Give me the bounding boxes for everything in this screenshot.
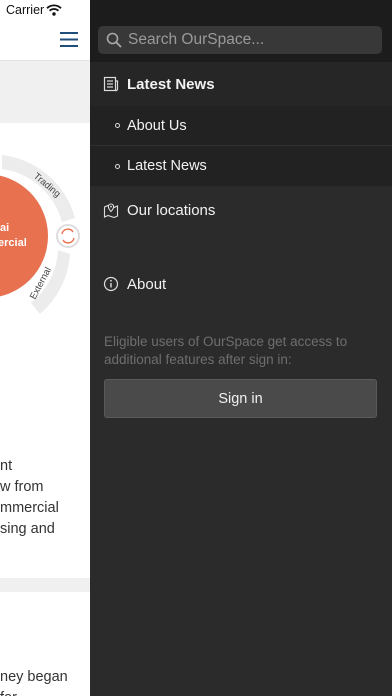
search-icon bbox=[106, 32, 122, 48]
paragraph-line: sing and bbox=[0, 521, 55, 537]
status-bar: Carrier bbox=[0, 0, 90, 22]
paragraph-line: ney began bbox=[0, 669, 68, 685]
news-icon bbox=[103, 76, 119, 92]
menu-item-label: Latest News bbox=[127, 75, 215, 93]
info-icon bbox=[103, 276, 119, 292]
paragraph-line: mmercial bbox=[0, 500, 59, 516]
drawer-header bbox=[90, 0, 392, 62]
paragraph-line: w from bbox=[0, 479, 44, 495]
menu-item-label: Our locations bbox=[127, 201, 216, 219]
hero-band bbox=[0, 61, 90, 123]
bullet-icon bbox=[115, 163, 120, 169]
signin-note: Eligible users of OurSpace get access to… bbox=[104, 334, 348, 367]
menu-subitem-label: Latest News bbox=[127, 158, 207, 174]
section-divider bbox=[0, 578, 90, 592]
menu-subitem-about-us[interactable]: About Us bbox=[90, 106, 392, 146]
menu-subitem-latest-news[interactable]: Latest News bbox=[90, 146, 392, 186]
navigation-drawer: Latest News About Us Latest News Our loc… bbox=[90, 0, 392, 696]
menu-item-our-locations[interactable]: Our locations bbox=[90, 190, 392, 230]
menu-item-latest-news[interactable]: Latest News bbox=[90, 62, 392, 106]
background-page: Carrier ai ercial Trading External nt w … bbox=[0, 0, 90, 696]
menu-item-label: About bbox=[127, 275, 167, 293]
search-box[interactable] bbox=[98, 26, 382, 54]
paragraph-line: nt bbox=[0, 458, 13, 474]
bullet-icon bbox=[115, 123, 120, 128]
menu-item-about[interactable]: About bbox=[90, 264, 392, 304]
paragraph-line: for bbox=[0, 688, 90, 696]
wifi-icon bbox=[46, 4, 62, 16]
business-diagram: ai ercial Trading External bbox=[0, 155, 80, 314]
background-paragraph-2: ney began for bbox=[0, 667, 90, 696]
hamburger-menu-icon[interactable] bbox=[59, 31, 79, 48]
diagram-center-line1: ai bbox=[0, 222, 9, 234]
sign-in-button[interactable]: Sign in bbox=[104, 379, 377, 418]
menu-subitem-label: About Us bbox=[127, 117, 187, 134]
diagram-center-line2: ercial bbox=[0, 237, 27, 249]
carrier-label: Carrier bbox=[6, 3, 45, 17]
search-input[interactable] bbox=[128, 26, 376, 54]
location-map-icon bbox=[103, 203, 119, 218]
background-paragraph: nt w from mmercial sing and bbox=[0, 456, 90, 540]
